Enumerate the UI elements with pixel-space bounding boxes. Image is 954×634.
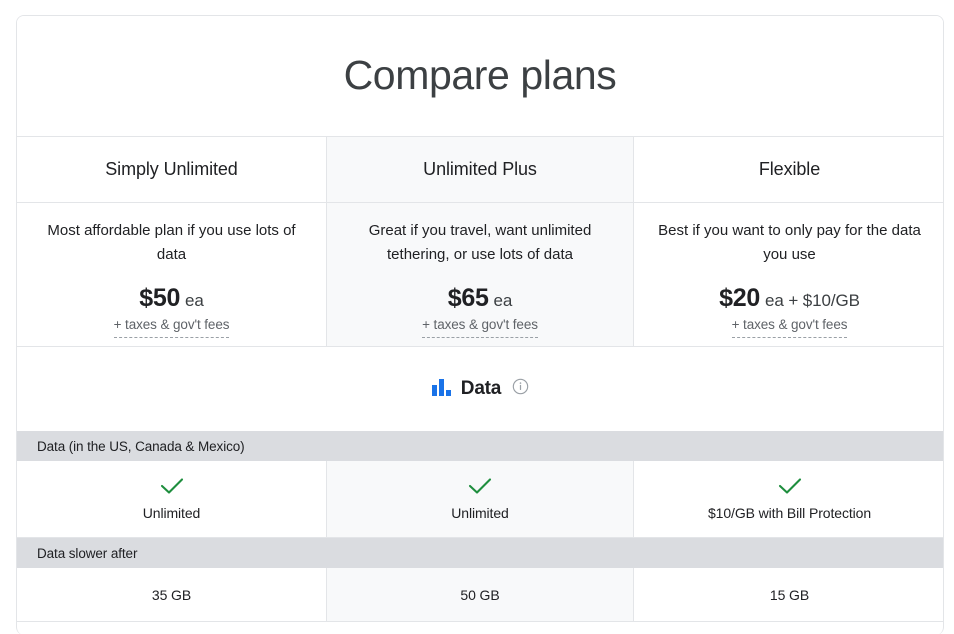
feature-row-1: 35 GB 50 GB 15 GB [17,568,943,622]
section-band-label-0: Data (in the US, Canada & Mexico) [37,438,245,454]
price-block-0: $50 ea + taxes & gov't fees [113,284,229,338]
plan-name-1: Unlimited Plus [423,159,537,179]
check-icon [468,477,492,500]
category-heading-data: Data [17,347,943,431]
price-line-0: $50 ea [139,284,204,313]
feature-cell-1-0: 35 GB [17,568,327,621]
plan-description-1: Great if you travel, want unlimited teth… [368,222,592,263]
feature-cell-0-0: Unlimited [17,461,327,537]
price-amount-0: $50 [139,284,181,312]
plan-detail-cell-1: Great if you travel, want unlimited teth… [327,203,634,346]
category-label: Data [460,378,502,399]
section-band-0: Data (in the US, Canada & Mexico) [17,431,943,461]
price-note-0: + taxes & gov't fees [113,317,229,338]
feature-cell-1-1: 50 GB [327,568,634,621]
price-suffix-1: ea [493,291,513,310]
plan-header-cell-1[interactable]: Unlimited Plus [327,137,634,202]
plan-header-row: Simply Unlimited Unlimited Plus Flexible [17,137,943,203]
plan-detail-row: Most affordable plan if you use lots of … [17,203,943,347]
price-suffix-0: ea [185,291,204,310]
bar-chart-icon [431,377,453,402]
plan-name-2: Flexible [758,159,821,179]
plan-detail-cell-2: Best if you want to only pay for the dat… [634,203,943,346]
check-icon [778,477,802,500]
price-line-2: $20 ea + $10/GB [719,284,860,313]
page-title: Compare plans [343,52,617,99]
plan-detail-cell-0: Most affordable plan if you use lots of … [17,203,327,346]
price-suffix-2: ea + $10/GB [764,291,860,310]
feature-cell-0-1: Unlimited [327,461,634,537]
plan-description-2: Best if you want to only pay for the dat… [658,222,921,263]
price-note-1: + taxes & gov't fees [422,317,538,338]
section-band-label-1: Data slower after [37,545,138,561]
title-row: Compare plans [17,16,943,137]
price-note-2: + taxes & gov't fees [731,317,847,338]
plan-description-0: Most affordable plan if you use lots of … [47,222,296,263]
feature-value-1-0: 35 GB [151,586,192,603]
section-band-1: Data slower after [17,538,943,568]
price-block-2: $20 ea + $10/GB + taxes & gov't fees [719,284,860,338]
check-icon [160,477,184,500]
compare-plans-page: Compare plans Simply Unlimited Unlimited… [0,0,954,634]
plan-name-0: Simply Unlimited [105,159,238,179]
feature-value-1-1: 50 GB [460,586,500,603]
price-amount-1: $65 [447,284,489,312]
feature-value-0-0: Unlimited [142,505,201,521]
feature-cell-0-2: $10/GB with Bill Protection [634,461,943,537]
plan-header-cell-0[interactable]: Simply Unlimited [17,137,327,202]
feature-cell-1-2: 15 GB [634,568,943,621]
feature-value-0-2: $10/GB with Bill Protection [707,505,872,521]
price-block-1: $65 ea + taxes & gov't fees [422,284,538,338]
price-amount-2: $20 [719,284,760,312]
feature-row-0: Unlimited Unlimited $10/GB with Bill Pro… [17,461,943,538]
feature-value-0-1: Unlimited [451,505,509,521]
compare-plans-card: Compare plans Simply Unlimited Unlimited… [16,15,944,634]
plan-header-cell-2[interactable]: Flexible [634,137,943,202]
info-circle-icon[interactable] [512,378,529,400]
feature-value-1-2: 15 GB [769,586,810,603]
price-line-1: $65 ea [448,284,513,313]
